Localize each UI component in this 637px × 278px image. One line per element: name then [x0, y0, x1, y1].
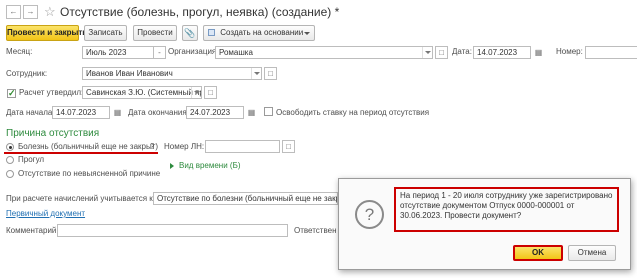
- save-button[interactable]: Записать: [84, 25, 127, 41]
- sick-number-field[interactable]: [205, 140, 280, 153]
- month-label: Месяц:: [6, 47, 33, 56]
- ok-button[interactable]: OK: [513, 245, 563, 261]
- title-bar: ← → ☆ Отсутствие (болезнь, прогул, неявк…: [0, 0, 637, 24]
- month-decrement-button[interactable]: -: [153, 46, 166, 59]
- comment-field[interactable]: [57, 224, 288, 237]
- reason-unexplained-label[interactable]: Отсутствие по невыясненной причине: [18, 169, 160, 179]
- reason-illness-underline: [4, 152, 158, 154]
- calc-approved-open-button[interactable]: □: [204, 86, 217, 99]
- end-date-value: 24.07.2023: [190, 108, 231, 117]
- employee-label: Сотрудник:: [6, 69, 48, 78]
- calc-approved-label: Расчет утвердил:: [19, 88, 84, 97]
- comment-label: Комментарий:: [6, 226, 59, 235]
- date-field[interactable]: 14.07.2023: [473, 46, 531, 59]
- reason-illness-label[interactable]: Болезнь (больничный еще не закрыт): [18, 142, 158, 152]
- favorite-star-icon[interactable]: ☆: [44, 5, 56, 19]
- organization-dropdown-icon[interactable]: [422, 47, 432, 58]
- confirmation-dialog: ? На период 1 - 20 июля сотруднику уже з…: [338, 178, 631, 270]
- cancel-button[interactable]: Отмена: [568, 245, 616, 261]
- calc-consider-label: При расчете начислений учитывается как:: [6, 194, 164, 203]
- create-based-on-icon: [208, 29, 215, 36]
- date-value: 14.07.2023: [477, 48, 518, 57]
- calc-approved-value: Савинская З.Ю. (Системный прог: [86, 88, 202, 97]
- calendar-icon[interactable]: ▦: [533, 46, 544, 59]
- attachment-button[interactable]: 📎: [182, 25, 198, 41]
- reason-absence-radio[interactable]: [6, 156, 14, 164]
- forward-button[interactable]: →: [23, 5, 38, 19]
- organization-open-button[interactable]: □: [435, 46, 448, 59]
- post-and-close-button[interactable]: Провести и закрыть: [6, 25, 87, 41]
- calc-approved-field[interactable]: Савинская З.Ю. (Системный прог: [82, 86, 202, 99]
- reason-heading: Причина отсутствия: [6, 128, 100, 139]
- month-field[interactable]: Июль 2023: [82, 46, 154, 59]
- release-rate-label: Освободить ставку на период отсутствия: [276, 108, 430, 117]
- calc-approved-checkbox[interactable]: ✓: [7, 89, 16, 98]
- dialog-message-box: На период 1 - 20 июля сотруднику уже зар…: [394, 187, 619, 232]
- sick-number-open-button[interactable]: □: [282, 140, 295, 153]
- start-date-label: Дата начала:: [6, 108, 55, 117]
- sick-number-label: Номер ЛН:: [164, 142, 205, 151]
- employee-dropdown-icon[interactable]: [251, 68, 261, 79]
- primary-document-link[interactable]: Первичный документ: [6, 209, 85, 219]
- start-calendar-icon[interactable]: ▦: [112, 106, 123, 119]
- chevron-down-icon: [304, 32, 310, 35]
- create-based-on-label: Создать на основании: [220, 28, 304, 37]
- paperclip-icon: 📎: [184, 28, 196, 38]
- calc-approved-dropdown-icon[interactable]: [191, 87, 201, 98]
- create-based-on-button[interactable]: Создать на основании: [203, 25, 315, 41]
- number-label: Номер:: [556, 47, 583, 56]
- organization-label: Организация:: [168, 47, 219, 56]
- reason-unexplained-radio[interactable]: [6, 170, 14, 178]
- responsible-label: Ответствен: [294, 226, 337, 235]
- organization-value: Ромашка: [219, 48, 253, 57]
- end-date-label: Дата окончания:: [128, 108, 189, 117]
- employee-value: Иванов Иван Иванович: [86, 69, 173, 78]
- dialog-message: На период 1 - 20 июля сотруднику уже зар…: [400, 191, 613, 220]
- release-rate-checkbox[interactable]: [264, 107, 273, 116]
- reason-illness-radio[interactable]: [6, 143, 14, 151]
- calc-consider-value: Отсутствие по болезни (больничный еще не…: [157, 194, 338, 203]
- organization-field[interactable]: Ромашка: [215, 46, 433, 59]
- reason-illness-help-icon[interactable]: ?: [150, 142, 154, 152]
- question-icon: ?: [355, 200, 384, 229]
- month-value: Июль 2023: [86, 48, 127, 57]
- time-type-chevron-icon[interactable]: [170, 163, 174, 169]
- employee-open-button[interactable]: □: [264, 67, 277, 80]
- time-type-link[interactable]: Вид времени (Б): [179, 161, 240, 171]
- calc-consider-field[interactable]: Отсутствие по болезни (больничный еще не…: [153, 192, 338, 205]
- post-button[interactable]: Провести: [133, 25, 177, 41]
- start-date-field[interactable]: 14.07.2023: [52, 106, 110, 119]
- back-button[interactable]: ←: [6, 5, 21, 19]
- page-title: Отсутствие (болезнь, прогул, неявка) (со…: [60, 5, 340, 19]
- date-label: Дата:: [452, 47, 472, 56]
- end-calendar-icon[interactable]: ▦: [246, 106, 257, 119]
- start-date-value: 14.07.2023: [56, 108, 97, 117]
- employee-field[interactable]: Иванов Иван Иванович: [82, 67, 262, 80]
- reason-absence-label[interactable]: Прогул: [18, 155, 44, 165]
- number-field[interactable]: [585, 46, 637, 59]
- end-date-field[interactable]: 24.07.2023: [186, 106, 244, 119]
